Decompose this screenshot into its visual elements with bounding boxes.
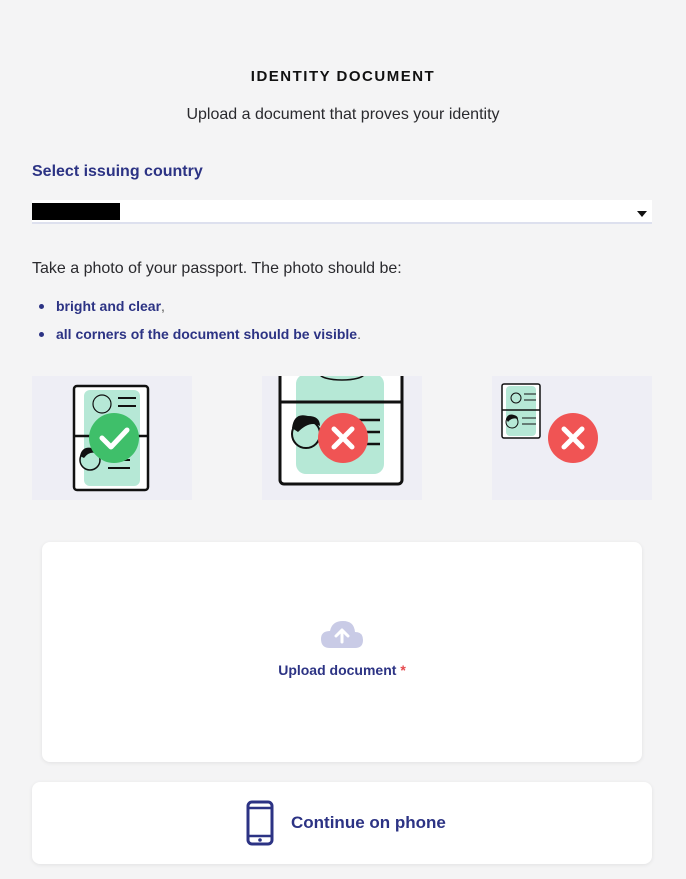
instructions-text: Take a photo of your passport. The photo… (32, 260, 402, 277)
passport-small-illustration (501, 383, 598, 463)
requirement-punctuation: , (161, 298, 165, 314)
requirement-text: bright and clear (56, 298, 162, 314)
bullet-icon (39, 304, 44, 309)
example-too-close-photo (262, 376, 422, 500)
upload-label-text: Upload document (278, 662, 397, 678)
page-title: IDENTITY DOCUMENT (250, 68, 436, 85)
passport-correct-illustration (72, 384, 150, 492)
requirements-list: bright and clear, all corners of the doc… (32, 296, 361, 352)
upload-document-dropzone[interactable]: Upload document * (42, 542, 642, 762)
cloud-upload-icon (320, 618, 364, 657)
country-select-label: Select issuing country (32, 163, 203, 180)
page-subtitle: Upload a document that proves your ident… (186, 106, 500, 123)
list-item: bright and clear, (32, 296, 361, 324)
continue-on-phone-button[interactable]: Continue on phone (32, 782, 652, 864)
upload-document-label: Upload document * (42, 662, 642, 678)
list-item: all corners of the document should be vi… (32, 324, 361, 352)
requirement-text: all corners of the document should be vi… (56, 326, 358, 342)
requirement-punctuation: . (357, 326, 361, 342)
bullet-icon (39, 332, 44, 337)
phone-icon (246, 800, 274, 851)
example-too-far-photo (492, 376, 652, 500)
check-icon (89, 413, 139, 463)
selected-country-value (32, 203, 120, 220)
country-select[interactable] (32, 200, 652, 224)
required-mark: * (400, 662, 406, 678)
example-correct-photo (32, 376, 192, 500)
chevron-down-icon[interactable] (637, 211, 647, 217)
continue-on-phone-label: Continue on phone (291, 813, 446, 832)
passport-cropped-illustration (278, 376, 404, 486)
